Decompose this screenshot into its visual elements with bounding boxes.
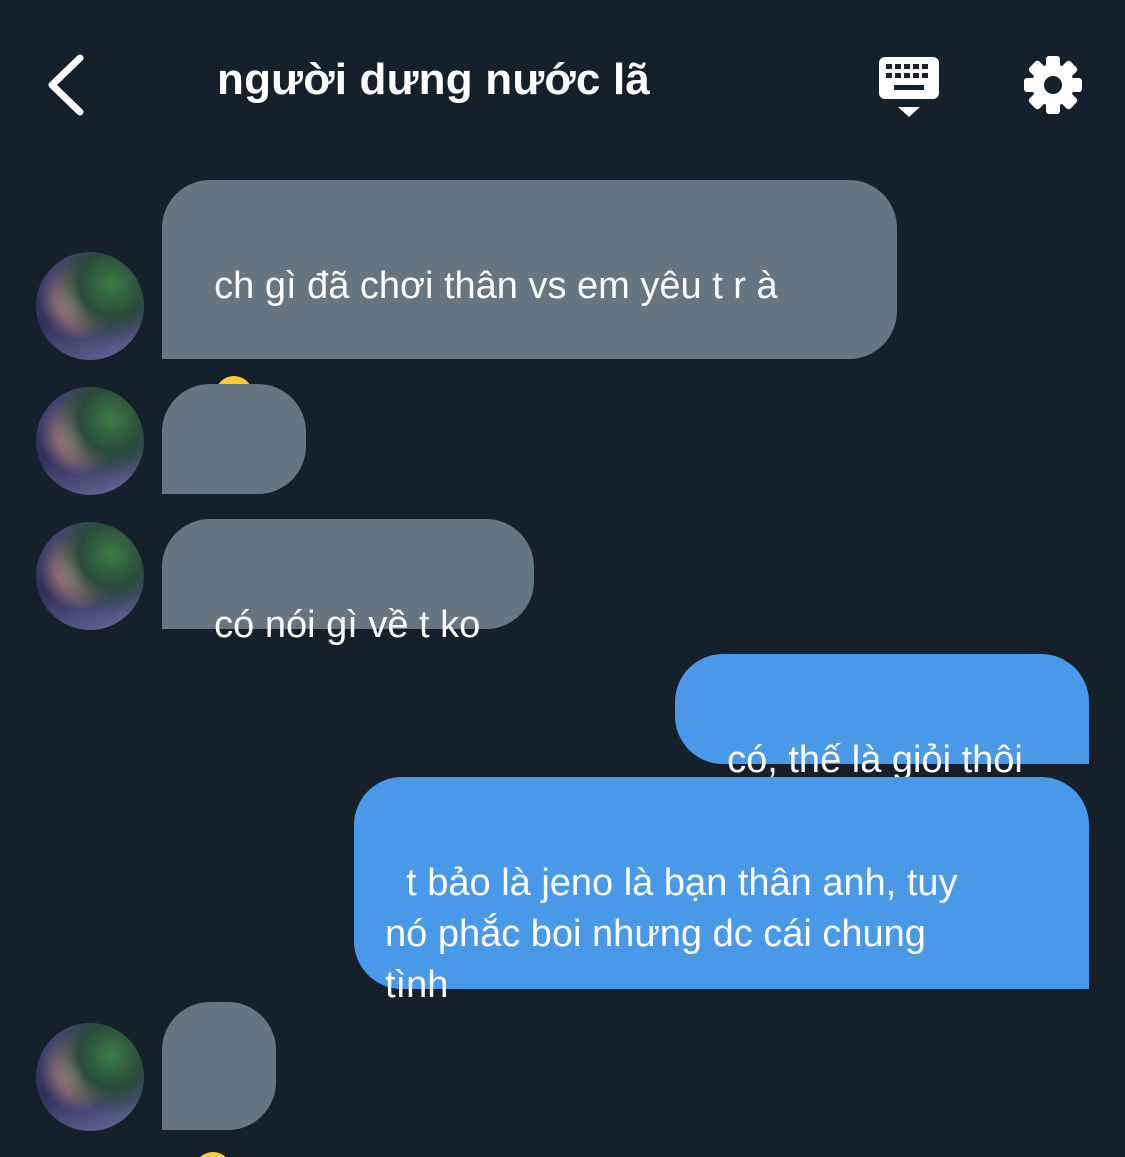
message-text: có, thế là giỏi thôi (727, 739, 1023, 781)
settings-button[interactable] (1018, 50, 1088, 120)
message-text: ch gì đã chơi thân vs em yêu t r à (214, 265, 778, 307)
incoming-message-bubble[interactable]: sao (162, 384, 306, 562)
incoming-message-bubble[interactable]: ch gì đã chơi thân vs em yêu t r à (162, 180, 897, 414)
contact-avatar[interactable] (36, 387, 144, 495)
keyboard-icon (879, 57, 939, 117)
conversation-title: người dưng nước lã (217, 55, 651, 104)
contact-avatar[interactable] (36, 1023, 144, 1131)
gear-icon (1024, 56, 1082, 114)
outgoing-message-bubble[interactable]: t bảo là jeno là bạn thân anh, tuy nó ph… (354, 777, 1089, 1006)
outgoing-message-bubble[interactable]: có, thế là giỏi thôi (675, 654, 1089, 781)
contact-avatar[interactable] (36, 522, 144, 630)
conversation-header: người dưng nước lã (0, 0, 1125, 170)
keyboard-toggle-button[interactable] (872, 52, 946, 122)
message-text: có nói gì về t ko (214, 604, 481, 646)
message-text: t bảo là jeno là bạn thân anh, tuy nó ph… (385, 862, 958, 1006)
incoming-message-bubble[interactable]: có nói gì về t ko (162, 519, 534, 646)
contact-avatar[interactable] (36, 252, 144, 360)
back-button[interactable] (38, 48, 108, 118)
incoming-message-bubble[interactable] (162, 1002, 276, 1157)
smiling-face-icon (200, 1152, 226, 1157)
chevron-left-icon (48, 54, 84, 116)
